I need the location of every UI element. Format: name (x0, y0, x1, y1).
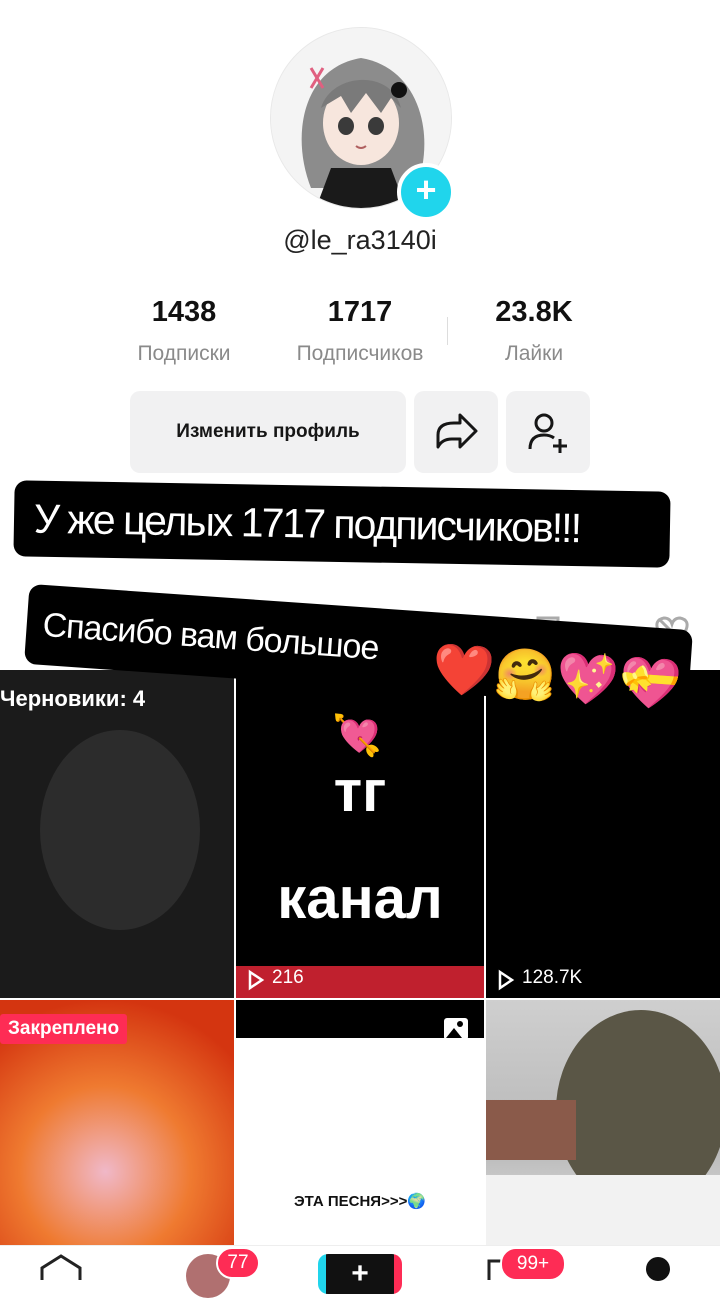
video-text-line2: канал (277, 866, 443, 931)
drafts-label: Черновики: 4 (0, 686, 146, 711)
following-label: Подписки (137, 342, 231, 365)
play-icon (498, 969, 515, 991)
followers-label: Подписчиков (296, 342, 424, 365)
pinned-badge: Закреплено (0, 1014, 128, 1044)
add-friends-button[interactable] (506, 391, 590, 473)
share-icon (436, 413, 478, 449)
likes-label: Лайки (504, 342, 564, 365)
username: @le_ra3140i (283, 225, 437, 255)
arrow-heart-emoji: 💘 (332, 714, 382, 758)
drafts-cell[interactable]: Черновики: 4 (0, 670, 234, 998)
text-sticker-followers: У же целых 1717 подписчиков!!! (13, 480, 671, 568)
home-icon[interactable] (38, 1254, 84, 1280)
house-shape (486, 1100, 576, 1160)
friends-badge: 77 (216, 1247, 260, 1279)
video-cell[interactable]: ЭТА ПЕСНЯ>>>🌍 (236, 1000, 484, 1245)
edit-profile-button[interactable]: Изменить профиль (130, 391, 406, 473)
draft-thumbnail (40, 730, 200, 930)
following-count[interactable]: 1438 (84, 296, 284, 329)
create-button[interactable]: + (318, 1254, 402, 1294)
add-avatar-button[interactable]: + (397, 163, 455, 221)
inbox-badge: 99+ (500, 1247, 566, 1281)
view-count: 128.7K (522, 967, 583, 988)
play-icon (248, 969, 265, 991)
add-user-icon (528, 413, 567, 453)
share-profile-button[interactable] (414, 391, 498, 473)
video-cell[interactable] (486, 1000, 720, 1245)
view-count: 216 (272, 967, 304, 988)
video-cell[interactable]: 128.7K (486, 670, 720, 998)
followers-count[interactable]: 1717 (260, 296, 460, 329)
likes-count[interactable]: 23.8K (434, 296, 634, 329)
video-text-line1: тг (333, 759, 387, 824)
profile-tab-icon[interactable] (646, 1257, 670, 1281)
snow-ground (486, 1175, 720, 1245)
video-cell[interactable]: Закреплено (0, 1000, 234, 1245)
plus-icon: + (351, 1257, 369, 1290)
thanks-text: Спасибо вам большое (41, 605, 380, 668)
video-caption: ЭТА ПЕСНЯ>>>🌍 (293, 1193, 427, 1210)
photo-icon (444, 1018, 468, 1040)
